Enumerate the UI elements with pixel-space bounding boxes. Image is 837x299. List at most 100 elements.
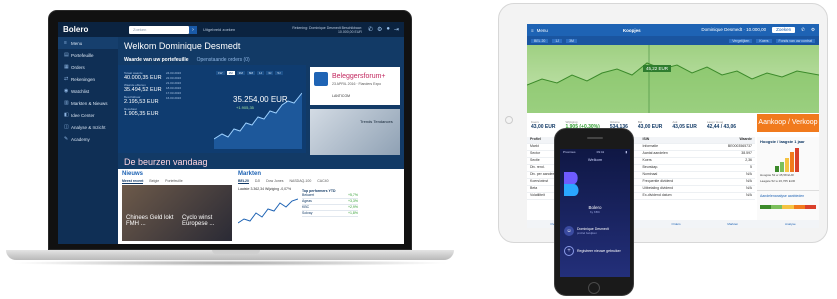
laptop-main: Welkom Dominique Desmedt Waarde van uw p… — [118, 37, 404, 244]
toolbar-item[interactable]: 3M — [566, 38, 577, 43]
tab-bel20[interactable]: BEL20 — [238, 179, 249, 184]
news-caption[interactable]: Chinees Geld lokt FMH ... — [126, 215, 176, 227]
tablet-topbar: ≡ Menu Koopjes Dominique Desmedt · 10.00… — [527, 24, 819, 36]
markets-column: Markten BEL20 DJI Dow Jones NASDAQ-100 C… — [238, 171, 398, 224]
stock-name: KBC — [302, 205, 310, 209]
stock-change: +5,7% — [347, 193, 358, 197]
stat-value: 1.905,35 EUR — [124, 111, 159, 117]
markets-tabs: BEL20 DJI Dow Jones NASDAQ-100 CAC40 — [238, 179, 398, 184]
tab-cac40[interactable]: CAC40 — [317, 179, 328, 184]
range-button[interactable]: 3M — [236, 71, 245, 75]
tab-open-orders[interactable]: Openstaande orders (0) — [197, 57, 250, 63]
orders-icon: ▦ — [64, 64, 69, 70]
table-cell: 2,36 — [745, 158, 752, 162]
nav-item[interactable]: Analyse — [785, 222, 796, 226]
range-button[interactable]: 1W — [216, 71, 225, 75]
settings-icon[interactable]: ⚙ — [811, 27, 815, 33]
sidebar-item-idea-center[interactable]: ◧ Idee Center — [58, 109, 118, 121]
table-row[interactable]: Solvay +1,8% — [302, 211, 358, 217]
quote-value: 43,00 EUR — [531, 124, 556, 130]
menu-icon: ≡ — [64, 40, 67, 46]
range-button[interactable]: 1J — [257, 71, 265, 75]
laptop-topbar: Bolero Zoeken › Uitgebreid zoeken Rekeni… — [58, 22, 404, 37]
table-cell: N/A — [746, 172, 752, 176]
search-go-button[interactable]: › — [189, 25, 197, 34]
toolbar-item[interactable]: 1J — [552, 38, 563, 43]
forum-ad-title: Beleggersforum+ — [332, 73, 386, 80]
table-cell: N/A — [746, 193, 752, 197]
stock-name: Bekaert — [302, 193, 315, 197]
top-performers-table: Top performers YTD Bekaert +5,7% Ageas +… — [302, 189, 358, 217]
tab-portfolio-value[interactable]: Waarde van uw portefeuille — [124, 57, 189, 63]
advanced-search-link[interactable]: Uitgebreid zoeken — [203, 27, 235, 32]
bolero-logo: Bolero — [63, 25, 89, 34]
sidebar-item-accounts[interactable]: ⇄ Rekeningen — [58, 73, 118, 85]
table-cell: Frequentie dividend — [642, 179, 674, 183]
table-cell: Ex-dividend datum — [642, 193, 672, 197]
risk-segment — [804, 205, 817, 209]
menu-label[interactable]: Menu — [537, 28, 548, 33]
table-cell: 5 — [750, 165, 752, 169]
buy-sell-button[interactable]: Aankoop / Verkoop — [757, 114, 819, 132]
tab-nasdaq[interactable]: NASDAQ-100 — [289, 179, 311, 184]
markets-title: Markten — [238, 171, 262, 177]
sidebar-item-markets[interactable]: ▥ Markten & Nieuws — [58, 97, 118, 109]
user-sub: profiel bekijken — [577, 231, 598, 235]
sidebar-item-watchlist[interactable]: ◉ Watchlist — [58, 85, 118, 97]
forum-ad-sponsor: LANTICOM — [332, 94, 351, 98]
table-header-cell: ISIN — [642, 137, 650, 141]
account-summary[interactable]: Rekening: Dominique Desmedt Beschikbaar:… — [282, 26, 362, 34]
tab-news-belgium[interactable]: Belgie — [149, 179, 159, 184]
range-button[interactable]: 3J — [266, 71, 274, 75]
nav-item[interactable]: Orders — [671, 222, 680, 226]
tablet-account[interactable]: Dominique Desmedt · 10.000,00 — [701, 27, 766, 33]
date-item: 16.03.2016 — [166, 96, 182, 100]
carrier-label: Proximus — [563, 150, 576, 154]
sidebar-item-label: Portefeuille — [71, 52, 94, 58]
forum-ad-banner[interactable]: Beleggersforum+ 23 APRIL 2016 · Flanders… — [310, 67, 400, 105]
idea-icon: ◧ — [64, 112, 69, 118]
user-profile-item[interactable]: ☺ Dominique Desmedt profiel bekijken — [564, 226, 626, 236]
toolbar-item[interactable]: BEL 20 — [531, 38, 549, 43]
search-input[interactable]: Zoeken — [129, 25, 189, 34]
news-image[interactable]: Chinees Geld lokt FMH ... Cyclo winst Eu… — [122, 185, 232, 241]
risk-segment — [771, 205, 783, 209]
nav-item[interactable]: Markten — [727, 222, 738, 226]
menu-icon[interactable]: ≡ — [531, 28, 534, 33]
toolbar-item[interactable]: Koers — [756, 38, 772, 43]
sidebar-item-menu[interactable]: ≡ Menu — [58, 37, 118, 49]
tab-dji[interactable]: DJI — [255, 179, 260, 184]
toolbar-item[interactable]: Fonds van uw contrat — [775, 38, 815, 43]
risk-scale — [760, 205, 817, 209]
tab-news-portfolio[interactable]: Portefeuille — [165, 179, 183, 184]
register-user-item[interactable]: + Registreer nieuwe gebruiker — [564, 246, 626, 256]
settings-icon[interactable]: ⚙ — [377, 26, 382, 33]
phone-icon[interactable]: ✆ — [801, 27, 805, 33]
analysis-link[interactable]: Aandelenanalyse aanbieden — [757, 190, 819, 201]
topbar-icons: ✆ ⚙ ● ⇥ — [368, 26, 399, 33]
sidebar-item-academy[interactable]: ✎ Academy — [58, 133, 118, 145]
quote-cell: Koers 43,00 EUR — [531, 120, 555, 130]
price-chart[interactable]: 45,22 EUR — [527, 45, 819, 113]
magazine-ad-banner[interactable]: Trends Tendances — [310, 109, 400, 155]
table-cell: N/A — [746, 186, 752, 190]
sidebar-item-orders[interactable]: ▦ Orders — [58, 61, 118, 73]
stock-change: +2,9% — [347, 205, 358, 209]
sidebar-item-analysis[interactable]: ◫ Analyse & Inzicht — [58, 121, 118, 133]
tablet-search-button[interactable]: Zoeken — [772, 27, 796, 33]
logout-icon[interactable]: ⇥ — [394, 26, 399, 33]
portfolio-tabs: Waarde van uw portefeuille Openstaande o… — [124, 57, 250, 63]
range-button[interactable]: 6M — [246, 71, 256, 75]
table-cell: N/A — [746, 179, 752, 183]
battery-icon: ▮ — [625, 150, 627, 154]
news-caption[interactable]: Cyclo winst Europese ... — [182, 215, 230, 227]
tab-news-recent[interactable]: Meest recent — [122, 179, 144, 184]
plus-icon: + — [564, 246, 574, 256]
user-icon[interactable]: ● — [386, 26, 390, 33]
range-button[interactable]: 5J — [275, 71, 283, 75]
toolbar-item[interactable]: Vergelijken — [729, 38, 753, 43]
range-button-selected[interactable]: 1M — [226, 71, 235, 75]
phone-icon[interactable]: ✆ — [368, 26, 373, 33]
tab-dow-jones[interactable]: Dow Jones — [266, 179, 283, 184]
sidebar-item-portfolio[interactable]: ▤ Portefeuille — [58, 49, 118, 61]
